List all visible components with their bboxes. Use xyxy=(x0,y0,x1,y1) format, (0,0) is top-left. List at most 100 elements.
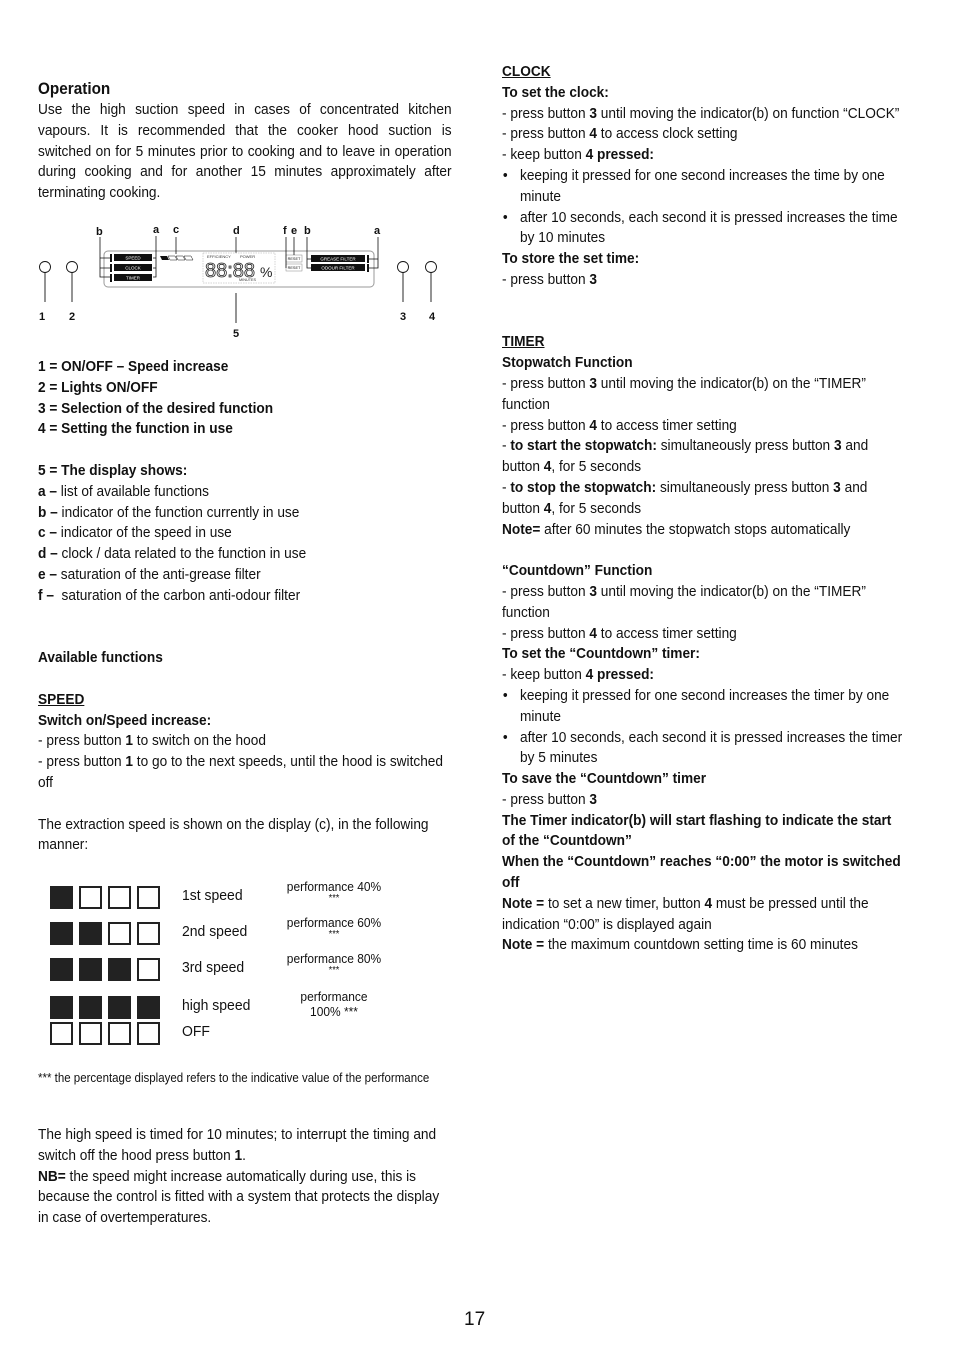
available-functions-heading: Available functions xyxy=(38,649,163,667)
speed-label: OFF xyxy=(182,1023,210,1040)
display-number-5: 5 xyxy=(233,328,239,340)
speed-label: high speed xyxy=(182,997,251,1014)
speed-boxes xyxy=(50,1022,160,1045)
clock-step-3: - keep button 4 pressed: xyxy=(502,146,654,164)
button-3[interactable] xyxy=(397,261,409,273)
label-minutes: MINUTES xyxy=(239,278,257,282)
speed-segment-off xyxy=(137,886,160,909)
left-column: Operation Use the high suction speed in … xyxy=(38,78,452,204)
speed-segment-off xyxy=(79,886,102,909)
label-power: POWER xyxy=(240,254,255,259)
countdown-step-3: - keep button 4 pressed: xyxy=(502,666,654,684)
speed-segment-on xyxy=(79,922,102,945)
speed-row-high: high speed performance 100% *** xyxy=(48,986,408,1019)
clock-step-4: - press button 3 xyxy=(502,270,597,288)
switch-on-heading: Switch on/Speed increase: xyxy=(38,711,212,729)
label-clock: CLOCK xyxy=(125,266,141,271)
operation-heading: Operation xyxy=(38,79,111,98)
clock-bullet: keeping it pressed for one second increa… xyxy=(502,166,904,208)
speed-table: 1st speed performance 40% *** 2nd speed p… xyxy=(48,878,408,1046)
speed-segment-off xyxy=(50,1022,73,1045)
legend-item-b: b – indicator of the function currently … xyxy=(38,503,300,521)
callout-d: d xyxy=(233,225,240,237)
page-number: 17 xyxy=(464,1309,486,1330)
clock-step-2: - press button 4 to access clock setting xyxy=(502,125,738,143)
countdown-bullets: keeping it pressed for one second increa… xyxy=(502,686,904,769)
speed-segment-off xyxy=(108,886,131,909)
stopwatch-step-1: - press button 3 until moving the indica… xyxy=(502,374,866,413)
legend-item-a: a – list of available functions xyxy=(38,482,209,500)
performance-footnote: *** the percentage displayed refers to t… xyxy=(38,1071,430,1085)
legend-button-4: 4 = Setting the function in use xyxy=(38,420,233,438)
countdown-note-2: Note = the maximum countdown setting tim… xyxy=(502,936,858,954)
operation-paragraph: Use the high suction speed in cases of c… xyxy=(38,101,452,202)
speed-segment-on xyxy=(50,922,73,945)
countdown-note-1: Note = to set a new timer, button 4 must… xyxy=(502,894,869,933)
speed-segment-off xyxy=(79,1022,102,1045)
button-2[interactable] xyxy=(66,261,78,273)
label-timer: TIMER xyxy=(126,276,141,281)
callout-a-right: a xyxy=(374,225,381,237)
speed-performance: performance 60% *** xyxy=(286,915,382,940)
speed-segment-on xyxy=(79,958,102,981)
countdown-step-1: - press button 3 until moving the indica… xyxy=(502,582,866,621)
speed-segment-off xyxy=(108,1022,131,1045)
stopwatch-heading: Stopwatch Function xyxy=(502,354,633,372)
countdown-flash-text: The Timer indicator(b) will start flashi… xyxy=(502,811,892,850)
stopwatch-note: Note= after 60 minutes the stopwatch sto… xyxy=(502,520,851,538)
speed-boxes xyxy=(50,922,160,945)
clock-set-heading: To set the clock: xyxy=(502,83,609,101)
speed-performance: performance 40% *** xyxy=(286,879,382,904)
timer-title: TIMER xyxy=(502,333,545,351)
label-efficiency: EFFICIENCY xyxy=(207,254,231,259)
speed-performance: performance 80% *** xyxy=(286,951,382,976)
legend-display-heading: 5 = The display shows: xyxy=(38,461,188,479)
speed-segment-on xyxy=(50,958,73,981)
reset-label-grease: RESET xyxy=(288,257,301,261)
speed-segment-on xyxy=(50,886,73,909)
speed-indicator xyxy=(160,237,194,261)
callout-a-left: a xyxy=(153,224,160,236)
speed-segment-off xyxy=(137,1022,160,1045)
high-speed-text: The high speed is timed for 10 minutes; … xyxy=(38,1126,437,1164)
stopwatch-stop: - to stop the stopwatch: simultaneously … xyxy=(502,478,868,517)
button-1[interactable] xyxy=(39,261,51,273)
legend-button-3: 3 = Selection of the desired function xyxy=(38,399,274,417)
speed-row-2: 2nd speed performance 60% *** xyxy=(48,914,408,950)
clock-bullets: keeping it pressed for one second increa… xyxy=(502,166,904,249)
clock-store-heading: To store the set time: xyxy=(502,250,640,268)
countdown-save-heading: To save the “Countdown” timer xyxy=(502,770,707,788)
legend-item-c: c – indicator of the speed in use xyxy=(38,524,232,542)
speed-label: 3rd speed xyxy=(182,959,245,976)
speed-boxes xyxy=(50,958,160,981)
label-speed: SPEED xyxy=(125,256,141,261)
clock-step-1: - press button 3 until moving the indica… xyxy=(502,104,900,122)
speed-row-3: 3rd speed performance 80% *** xyxy=(48,950,408,986)
nb-text: NB= the speed might increase automatical… xyxy=(38,1167,440,1227)
speed-line-1: - press button 1 to switch on the hood xyxy=(38,732,266,750)
speed-row-1: 1st speed performance 40% *** xyxy=(48,878,408,914)
countdown-bullet: keeping it pressed for one second increa… xyxy=(502,686,904,728)
legend-item-d: d – clock / data related to the function… xyxy=(38,545,307,563)
stopwatch-step-2: - press button 4 to access timer setting xyxy=(502,416,737,434)
speed-row-off: OFF xyxy=(48,1016,408,1046)
legend-item-e: e – saturation of the anti-grease filter xyxy=(38,565,261,583)
callout-c: c xyxy=(173,224,179,236)
countdown-step-2: - press button 4 to access timer setting xyxy=(502,624,737,642)
right-column: CLOCK To set the clock: - press button 3… xyxy=(502,62,904,956)
callout-f: f xyxy=(283,225,287,237)
control-panel-diagram: b a c d f e b a SPEED CLOCK TIMER EFFICI… xyxy=(30,218,450,343)
speed-segment-on xyxy=(108,958,131,981)
callout-e: e xyxy=(291,225,297,237)
legend-button-1: 1 = ON/OFF – Speed increase xyxy=(38,358,229,375)
countdown-reach-text: When the “Countdown” reaches “0:00” the … xyxy=(502,853,901,892)
button-4[interactable] xyxy=(425,261,437,273)
stopwatch-start: - to start the stopwatch: simultaneously… xyxy=(502,437,869,476)
speed-segment-off xyxy=(137,922,160,945)
button-number-3: 3 xyxy=(400,311,406,323)
speed-label: 1st speed xyxy=(182,887,243,904)
button-number-2: 2 xyxy=(69,311,75,323)
legend-button-2: 2 = Lights ON/OFF xyxy=(38,378,158,396)
legend-section: 1 = ON/OFF – Speed increase 2 = Lights O… xyxy=(38,357,452,856)
high-speed-section: The high speed is timed for 10 minutes; … xyxy=(38,1125,452,1229)
